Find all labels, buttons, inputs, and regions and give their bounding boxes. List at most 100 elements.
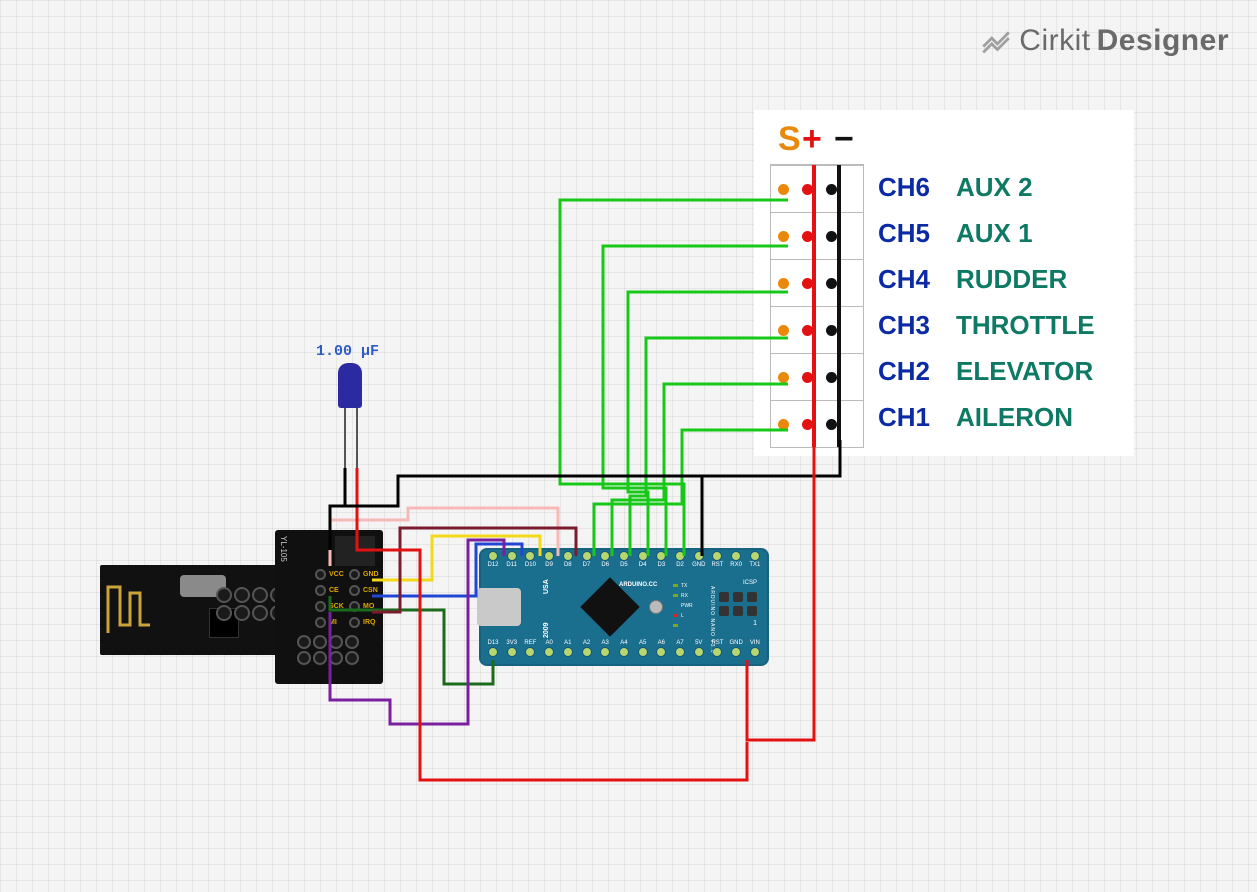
nano-pin-d7[interactable]: D7 [583,552,591,560]
rx-pad-signal[interactable] [778,419,789,430]
rx-pad-signal[interactable] [778,325,789,336]
adapter-pin-mi[interactable]: MI [315,614,349,630]
nano-pin-rst[interactable]: RST [713,648,721,656]
brand-designer: Designer [1097,24,1229,58]
adapter-regulator [335,536,375,566]
led-l [673,624,678,627]
nrf24l01-module[interactable] [100,565,290,655]
rx-fn-label: RUDDER [956,264,1067,295]
rx-ch-label: CH4 [878,264,948,295]
rx-header-power: + [802,120,822,159]
icsp-header[interactable] [719,592,757,616]
icsp-pin1: 1 [753,620,757,627]
adapter-model: YL-105 [279,536,288,562]
nano-pin-a2[interactable]: A2 [583,648,591,656]
rx-row-ch5[interactable] [771,212,863,259]
nano-pin-5v[interactable]: 5V [695,648,703,656]
nano-pin-a3[interactable]: A3 [601,648,609,656]
rx-pad-ground[interactable] [826,419,837,430]
nano-pin-gnd[interactable]: GND [695,552,703,560]
adapter-pin-csn[interactable]: CSN [349,582,383,598]
nano-pin-d3[interactable]: D3 [657,552,665,560]
nano-pin-rst[interactable]: RST [713,552,721,560]
nano-bottom-pinrow: D13 3V3 REF A0 A1 A2 A3 A4 A5 A6 A7 5V RST GND VIN [489,648,759,662]
nano-pin-tx1[interactable]: TX1 [751,552,759,560]
nano-pin-d12[interactable]: D12 [489,552,497,560]
nano-pin-gnd[interactable]: GND [732,648,740,656]
nano-pin-d2[interactable]: D2 [676,552,684,560]
nano-pin-d8[interactable]: D8 [564,552,572,560]
rx-row-ch3[interactable] [771,306,863,353]
nano-pin-vin[interactable]: VIN [751,648,759,656]
rx-pin-table [770,164,864,448]
nano-pin-rx0[interactable]: RX0 [732,552,740,560]
rx-pad-power[interactable] [802,372,813,383]
cirkit-icon [979,24,1013,58]
nano-pin-a1[interactable]: A1 [564,648,572,656]
adapter-pin-gnd[interactable]: GND [349,566,383,582]
nano-pin-a5[interactable]: A5 [639,648,647,656]
rx-row-ch2[interactable] [771,353,863,400]
nano-pin-a0[interactable]: A0 [545,648,553,656]
nano-pin-a7[interactable]: A7 [676,648,684,656]
board-country: USA [543,579,550,594]
nrf-pin-header[interactable] [216,587,282,617]
rx-pad-signal[interactable] [778,184,789,195]
adapter-pin-vcc[interactable]: VCC [315,566,349,582]
rx-fn-label: AUX 2 [956,172,1033,203]
rx-pad-ground[interactable] [826,231,837,242]
receiver-panel[interactable]: S + − C [754,110,1134,456]
rx-pad-power[interactable] [802,325,813,336]
rx-pad-ground[interactable] [826,184,837,195]
nano-pin-d13[interactable]: D13 [489,648,497,656]
capacitor-lead-neg [344,408,346,468]
rx-pad-power[interactable] [802,278,813,289]
nrf-adapter-board[interactable]: YL-105 VCC GND CE CSN SCK MO [275,530,383,684]
capacitor-body[interactable] [338,363,362,408]
rx-pad-ground[interactable] [826,278,837,289]
nrf-antenna [106,585,156,635]
icsp-label: ICSP [743,580,757,586]
nano-pin-d11[interactable]: D11 [508,552,516,560]
rx-label-column: CH6 AUX 2CH5 AUX 1CH4 RUDDERCH3 THROTTLE… [870,164,1095,440]
rx-fn-label: AUX 1 [956,218,1033,249]
rx-pad-power[interactable] [802,419,813,430]
led-pwr [673,614,678,617]
capacitor-value-label: 1.00 µF [316,343,379,360]
nano-pin-d4[interactable]: D4 [639,552,647,560]
rx-row-ch6[interactable] [771,165,863,212]
board-brand: ARDUINO.CC [619,582,657,588]
nano-pin-d10[interactable]: D10 [526,552,534,560]
adapter-io-header[interactable]: VCC GND CE CSN SCK MO MI IRQ [315,566,383,630]
brand-name: Cirkit [1019,24,1090,58]
wire-cap-gnd-bridge [345,476,702,506]
arduino-nano[interactable]: ARDUINO.CC 2009 USA ICSP 1 TXRXPWRL ARDU… [479,548,769,666]
nano-pin-3v3[interactable]: 3V3 [508,648,516,656]
nano-pin-d6[interactable]: D6 [601,552,609,560]
rx-pad-ground[interactable] [826,325,837,336]
rx-pad-ground[interactable] [826,372,837,383]
rx-pad-signal[interactable] [778,231,789,242]
rx-pad-signal[interactable] [778,278,789,289]
rx-row-ch4[interactable] [771,259,863,306]
rx-bus-ground [837,165,841,447]
adapter-pin-irq[interactable]: IRQ [349,614,383,630]
rx-pad-power[interactable] [802,184,813,195]
wire-gnd-rx [702,440,840,556]
nano-pin-a6[interactable]: A6 [657,648,665,656]
rx-row-ch1[interactable] [771,400,863,447]
rx-fn-label: THROTTLE [956,310,1095,341]
adapter-pin-mo[interactable]: MO [349,598,383,614]
nano-pin-d9[interactable]: D9 [545,552,553,560]
board-year: 2009 [543,622,550,638]
rx-pad-signal[interactable] [778,372,789,383]
rx-pad-power[interactable] [802,231,813,242]
rx-header-signal: S [778,120,801,159]
adapter-pin-ce[interactable]: CE [315,582,349,598]
design-canvas[interactable]: Cirkit Designer 1.00 µF S + − [0,0,1257,892]
reset-button[interactable] [649,600,663,614]
nano-pin-a4[interactable]: A4 [620,648,628,656]
adapter-pin-sck[interactable]: SCK [315,598,349,614]
nano-pin-ref[interactable]: REF [526,648,534,656]
nano-pin-d5[interactable]: D5 [620,552,628,560]
